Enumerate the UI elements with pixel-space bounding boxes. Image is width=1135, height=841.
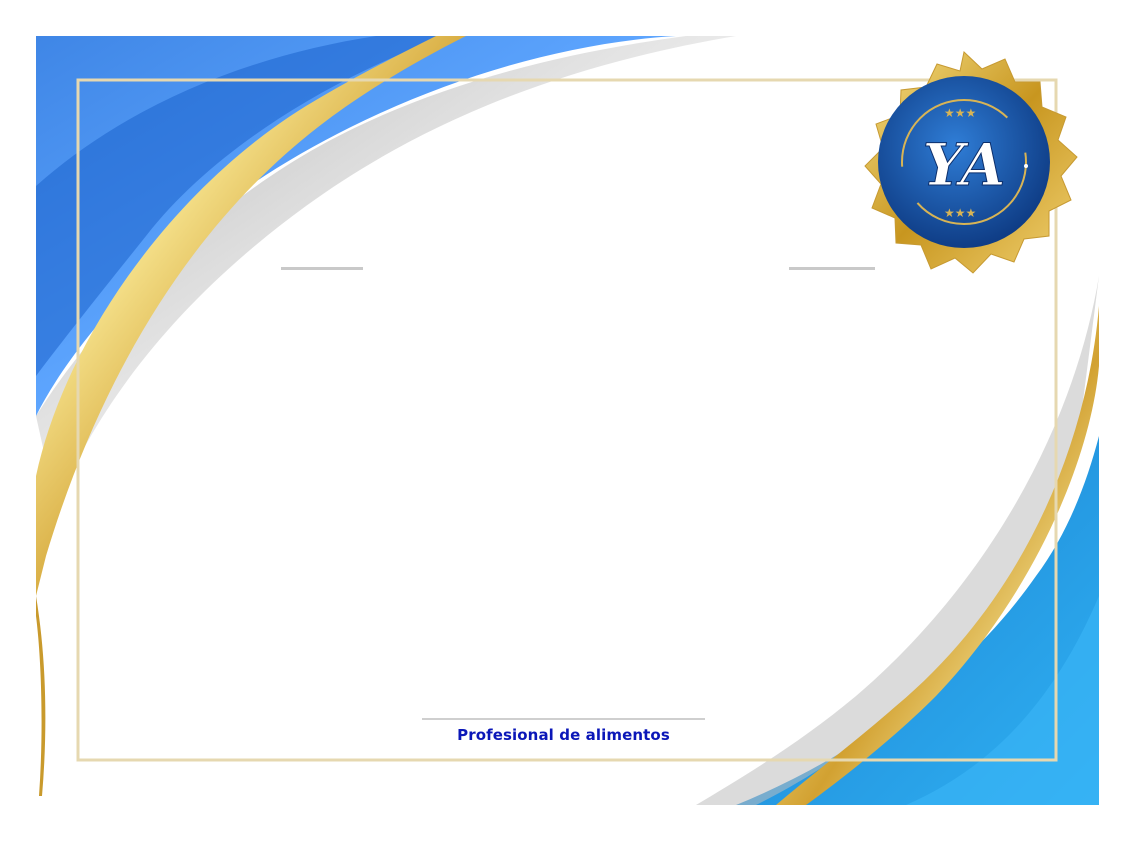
ya-seal-logo-icon: ★★★ ★★★ YA [864, 51, 1078, 274]
title-rule-left [281, 267, 363, 270]
certificate: ★★★ ★★★ YA Profesional de alimentos [36, 36, 1099, 805]
signature-caption: Profesional de alimentos [457, 726, 670, 744]
signature-line [422, 718, 705, 720]
svg-text:★★★: ★★★ [944, 206, 976, 220]
seal-logo-text: YA [923, 131, 1006, 199]
svg-text:★★★: ★★★ [944, 106, 976, 120]
